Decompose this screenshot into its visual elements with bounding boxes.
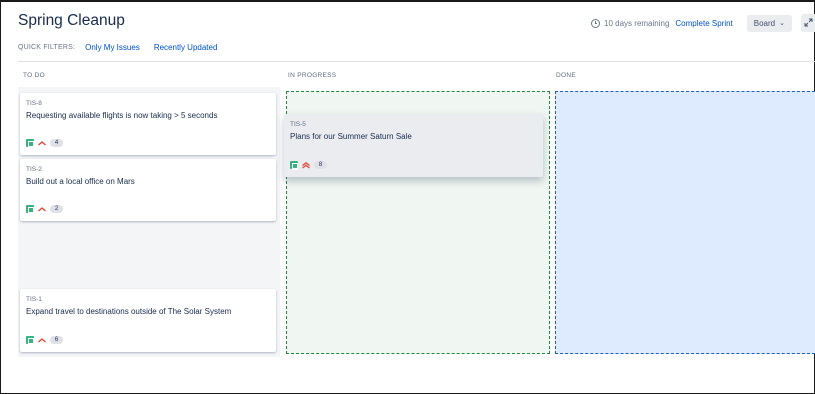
issue-card-dragging[interactable]: TIS-5 Plans for our Summer Saturn Sale 8 <box>284 114 543 177</box>
priority-high-icon <box>38 141 46 146</box>
issue-summary: Expand travel to destinations outside of… <box>26 307 232 316</box>
chevron-down-icon: ⌄ <box>779 20 785 27</box>
board-menu-button[interactable]: Board ⌄ <box>746 14 792 32</box>
story-icon <box>290 161 298 170</box>
priority-high-icon <box>38 207 46 212</box>
priority-highest-icon <box>302 161 310 169</box>
issue-card[interactable]: TIS-8 Requesting available flights is no… <box>20 93 276 155</box>
issue-key: TIS-1 <box>26 296 42 303</box>
page-title: Spring Cleanup <box>18 12 125 29</box>
story-points-badge: 4 <box>50 139 63 147</box>
issue-meta: 8 <box>290 161 327 170</box>
complete-sprint-link[interactable]: Complete Sprint <box>675 19 732 28</box>
filter-recently-updated[interactable]: Recently Updated <box>154 43 218 52</box>
board-menu-label: Board <box>753 18 776 28</box>
issue-summary: Requesting available flights is now taki… <box>26 111 218 120</box>
clock-icon <box>591 18 601 28</box>
quick-filters: QUICK FILTERS: Only My Issues Recently U… <box>18 43 231 52</box>
filter-only-my-issues[interactable]: Only My Issues <box>85 43 140 52</box>
issue-meta: 2 <box>26 205 63 214</box>
issue-summary: Build out a local office on Mars <box>26 177 135 186</box>
issue-key: TIS-2 <box>26 166 42 173</box>
header-divider <box>18 61 815 62</box>
column-header-in-progress: IN PROGRESS <box>288 72 337 79</box>
issue-summary: Plans for our Summer Saturn Sale <box>290 132 412 141</box>
issue-key: TIS-5 <box>290 121 306 128</box>
story-points-badge: 6 <box>50 336 63 344</box>
column-header-done: DONE <box>556 72 576 79</box>
issue-key: TIS-8 <box>26 100 42 107</box>
story-icon <box>26 336 34 345</box>
issue-card[interactable]: TIS-2 Build out a local office on Mars 2 <box>20 159 276 221</box>
issue-card[interactable]: TIS-1 Expand travel to destinations outs… <box>20 289 276 352</box>
sprint-controls: 10 days remaining Complete Sprint Board … <box>591 14 815 32</box>
column-done-drop-zone[interactable] <box>555 91 815 354</box>
story-points-badge: 2 <box>50 205 63 213</box>
column-header-todo: TO DO <box>23 72 45 79</box>
issue-meta: 4 <box>26 139 63 148</box>
story-icon <box>26 139 34 148</box>
board-header: Spring Cleanup 10 days remaining Complet… <box>18 12 815 36</box>
story-points-badge: 8 <box>314 161 327 169</box>
issue-meta: 6 <box>26 336 63 345</box>
days-remaining: 10 days remaining <box>604 18 670 28</box>
quick-filters-label: QUICK FILTERS: <box>18 44 76 51</box>
story-icon <box>26 205 34 214</box>
priority-high-icon <box>38 338 46 343</box>
expand-icon[interactable] <box>801 14 815 32</box>
